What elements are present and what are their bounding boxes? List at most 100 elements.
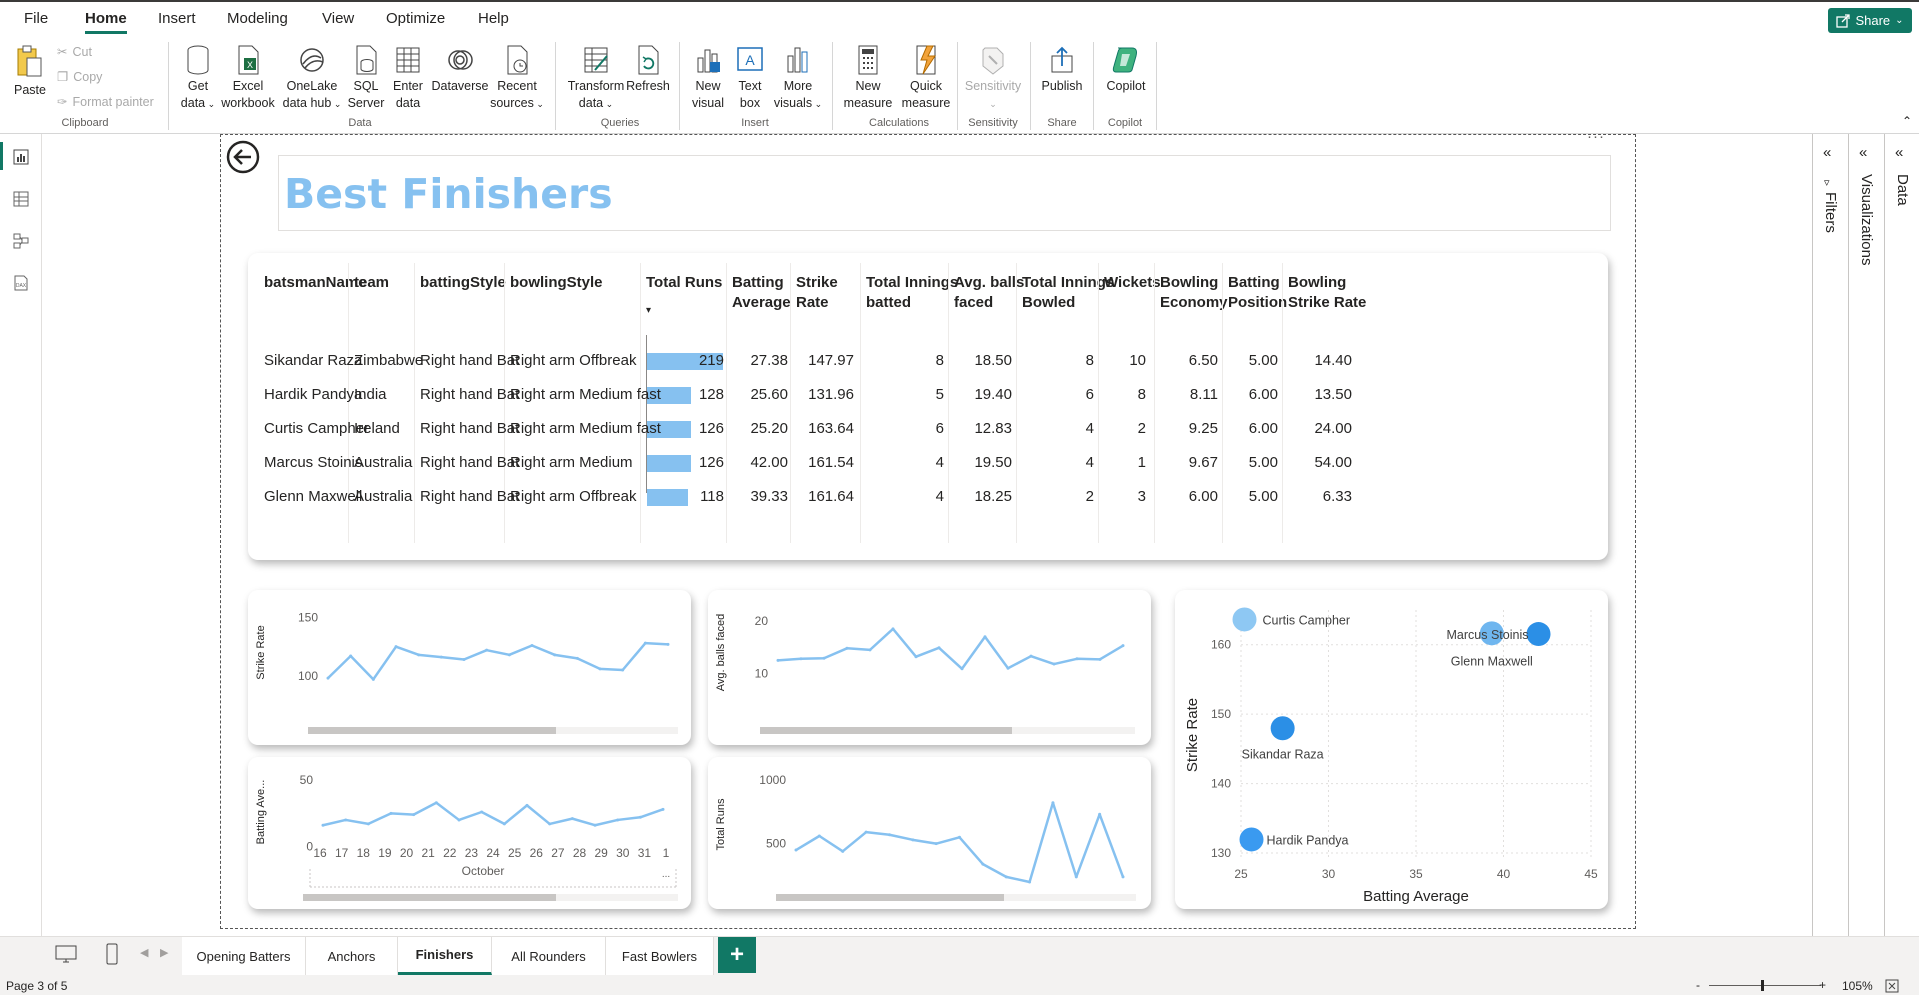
- data-point: [507, 653, 511, 657]
- column-header[interactable]: Total Runs: [646, 273, 722, 293]
- zoom-in-button[interactable]: +: [1819, 978, 1826, 992]
- tab-opening-batters[interactable]: Opening Batters: [182, 937, 306, 975]
- cut-button[interactable]: ✂ Cut: [57, 44, 92, 60]
- transform-data-button[interactable]: Transform data ⌄: [564, 44, 628, 113]
- data-point: [822, 656, 826, 660]
- collapse-data-icon[interactable]: «: [1895, 144, 1903, 161]
- desktop-layout-icon[interactable]: [54, 943, 78, 965]
- add-page-button[interactable]: +: [718, 937, 756, 973]
- fit-to-page-icon[interactable]: [1885, 979, 1899, 993]
- menu-view[interactable]: View: [322, 10, 354, 27]
- model-view-icon[interactable]: [12, 232, 30, 250]
- tab-fast-bowlers[interactable]: Fast Bowlers: [606, 937, 714, 975]
- menu-file[interactable]: File: [24, 10, 48, 27]
- publish-button[interactable]: Publish: [1036, 44, 1088, 95]
- dax-query-view-icon[interactable]: DAX: [12, 274, 30, 292]
- paste-button[interactable]: Paste: [10, 44, 50, 99]
- balls-faced-line-card[interactable]: Avg. balls faced 20 10: [708, 590, 1151, 745]
- series-line: [777, 627, 1124, 671]
- dataverse-button[interactable]: Dataverse: [430, 44, 490, 95]
- zoom-slider[interactable]: [1709, 985, 1821, 986]
- data-pane[interactable]: « Data: [1884, 134, 1919, 949]
- column-header[interactable]: Bowling Strike Rate: [1288, 273, 1366, 313]
- scroll-right-icon[interactable]: ▶: [160, 946, 168, 959]
- y-tick-label: 130: [1211, 846, 1231, 860]
- enter-data-button[interactable]: Enter data: [388, 44, 428, 112]
- recent-sources-button[interactable]: Recent sources ⌄: [490, 44, 544, 113]
- table-cell: 13.50: [1314, 386, 1352, 403]
- column-header[interactable]: Bowling Economy: [1160, 273, 1228, 313]
- tab-all-rounders[interactable]: All Rounders: [492, 937, 606, 975]
- menu-insert[interactable]: Insert: [158, 10, 196, 27]
- new-measure-button[interactable]: New measure: [840, 44, 896, 112]
- data-point: [1098, 812, 1102, 816]
- more-options-icon[interactable]: ···: [1587, 128, 1605, 145]
- data-point: [887, 833, 891, 837]
- column-header[interactable]: team: [354, 273, 389, 293]
- data-point: [548, 822, 552, 826]
- column-header[interactable]: battingStyle: [420, 273, 506, 293]
- column-header[interactable]: batsmanName: [264, 273, 367, 293]
- menu-modeling[interactable]: Modeling: [227, 10, 288, 27]
- menu-home[interactable]: Home: [85, 10, 127, 34]
- table-cell: 5: [935, 386, 944, 403]
- visualizations-pane[interactable]: « Visualizations: [1848, 134, 1884, 949]
- new-visual-button[interactable]: New visual: [688, 44, 728, 112]
- data-point: [366, 822, 370, 826]
- onelake-button[interactable]: OneLake data hub ⌄: [280, 44, 344, 113]
- column-header[interactable]: bowlingStyle: [510, 273, 603, 293]
- scatter-card[interactable]: 25 30 35 40 45 160 150 140 130 Batting Average Str…: [1175, 590, 1608, 909]
- back-arrow-icon[interactable]: [226, 140, 260, 174]
- collapse-ribbon-icon[interactable]: ⌃: [1902, 114, 1912, 128]
- text-box-button[interactable]: A Text box: [732, 44, 768, 112]
- menu-optimize[interactable]: Optimize: [386, 10, 445, 27]
- table-view-icon[interactable]: [12, 190, 30, 208]
- total-runs-line-card[interactable]: Total Runs 1000 500: [708, 757, 1151, 909]
- collapse-visualizations-icon[interactable]: «: [1859, 144, 1867, 161]
- sort-descending-icon[interactable]: ▾: [646, 305, 651, 316]
- column-header[interactable]: Total Innings batted: [866, 273, 958, 313]
- table-cell: 25.60: [750, 386, 788, 403]
- sql-label-1: SQL: [353, 79, 379, 93]
- menu-help[interactable]: Help: [478, 10, 509, 27]
- share-button[interactable]: Share ⌄: [1828, 8, 1912, 33]
- strike-rate-line-card[interactable]: Strike Rate 150 100: [248, 590, 691, 745]
- column-header[interactable]: Strike Rate: [796, 273, 838, 313]
- mobile-layout-icon[interactable]: [104, 942, 120, 966]
- quick-measure-button[interactable]: Quick measure: [898, 44, 954, 112]
- excel-label-2: workbook: [221, 96, 275, 110]
- zoom-out-button[interactable]: -: [1696, 978, 1700, 992]
- zoom-level: 105%: [1842, 979, 1873, 993]
- column-header[interactable]: Batting Position: [1228, 273, 1287, 313]
- quick-measure-label-2: measure: [901, 96, 951, 110]
- data-point: [326, 676, 330, 680]
- collapse-filters-icon[interactable]: «: [1823, 144, 1831, 161]
- report-view-icon[interactable]: [12, 148, 30, 166]
- column-header[interactable]: Avg. balls faced: [954, 273, 1024, 313]
- data-point: [457, 818, 461, 822]
- table-cell: Australia: [354, 488, 413, 505]
- title-box[interactable]: Best Finishers: [278, 155, 1611, 231]
- get-data-button[interactable]: Get data ⌄: [178, 44, 218, 113]
- data-point: [960, 667, 964, 671]
- refresh-button[interactable]: Refresh: [624, 44, 672, 95]
- filters-label: Filters: [1822, 192, 1839, 233]
- sql-server-button[interactable]: SQL Server: [346, 44, 386, 112]
- tab-finishers[interactable]: Finishers: [398, 937, 492, 975]
- column-header[interactable]: Wickets: [1104, 273, 1161, 293]
- column-header[interactable]: Batting Average: [732, 273, 791, 313]
- tab-anchors[interactable]: Anchors: [306, 937, 398, 975]
- column-header[interactable]: Total Innings Bowled: [1022, 273, 1114, 313]
- copilot-button[interactable]: Copilot: [1098, 44, 1154, 95]
- sensitivity-button[interactable]: Sensitivity ⌄: [962, 44, 1024, 113]
- data-table-visual[interactable]: batsmanName team battingStyle bowlingStyle T…: [248, 253, 1608, 560]
- format-painter-button[interactable]: ✑ Format painter: [57, 94, 154, 110]
- excel-workbook-button[interactable]: X Excel workbook: [220, 44, 276, 112]
- filters-pane[interactable]: « ▿ Filters: [1812, 134, 1848, 949]
- more-visuals-button[interactable]: More visuals ⌄: [772, 44, 824, 113]
- y-tick-label: 150: [1211, 707, 1231, 721]
- scroll-left-icon[interactable]: ◀: [140, 946, 148, 959]
- zoom-slider-thumb[interactable]: [1761, 980, 1764, 991]
- copy-button[interactable]: ❐ Copy: [57, 69, 102, 85]
- batting-avg-line-card[interactable]: Batting Ave... 50 0 16 17 18 19 20 21 22 23 24 25 26 2…: [248, 757, 691, 909]
